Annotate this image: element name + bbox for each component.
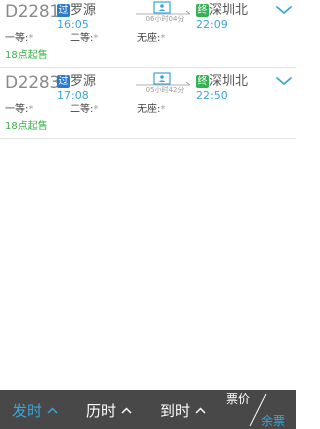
- trip-duration: 06小时04分: [145, 15, 185, 23]
- seat-label: 一等:: [5, 104, 29, 115]
- arrival-time: 22:09: [196, 18, 228, 31]
- sort-by-departure-button[interactable]: 发时: [12, 402, 58, 420]
- train-number: D2281: [5, 2, 60, 22]
- trip-duration: 05小时42分: [145, 86, 185, 94]
- terminal-badge: 终: [196, 75, 209, 88]
- seat-value: *: [28, 33, 34, 44]
- seat-first-class: 一等:*: [5, 104, 33, 116]
- seat-value: *: [93, 33, 99, 44]
- seat-value: *: [93, 104, 99, 115]
- train-row[interactable]: D2281 过 罗源 16:05 06小时04分 终 深圳北 22:09 一等:…: [0, 0, 296, 66]
- train-number: D2283: [5, 73, 60, 93]
- seat-value: *: [160, 104, 166, 115]
- arrival-station: 深圳北: [209, 74, 249, 89]
- chevron-down-icon[interactable]: [275, 4, 293, 16]
- seat-label: 无座:: [137, 104, 161, 115]
- departure-time: 17:08: [57, 89, 89, 102]
- arrival-station: 深圳北: [209, 3, 249, 18]
- departure-time: 16:05: [57, 18, 89, 31]
- departure-station: 罗源: [70, 74, 97, 89]
- sort-label: 发时: [12, 402, 43, 420]
- seat-standing: 无座:*: [137, 33, 165, 45]
- row-divider: [0, 138, 296, 139]
- caret-up-icon: [195, 406, 206, 414]
- train-row[interactable]: D2283 过 罗源 17:08 05小时42分 终 深圳北 22:50 一等:…: [0, 71, 296, 137]
- seat-value: *: [160, 33, 166, 44]
- sale-time-note: 18点起售: [5, 50, 48, 61]
- pass-through-badge: 过: [57, 4, 70, 17]
- sort-label: 到时: [160, 402, 191, 420]
- seat-standing: 无座:*: [137, 104, 165, 116]
- seat-first-class: 一等:*: [5, 33, 33, 45]
- sort-toolbar: 发时 历时 到时 票价 余票: [0, 390, 296, 429]
- seat-label: 二等:: [70, 33, 94, 44]
- departure-station: 罗源: [70, 3, 97, 18]
- caret-up-icon: [121, 406, 132, 414]
- chevron-down-icon[interactable]: [275, 75, 293, 87]
- seat-second-class: 二等:*: [70, 33, 98, 45]
- sale-time-note: 18点起售: [5, 121, 48, 132]
- seat-label: 二等:: [70, 104, 94, 115]
- seat-label: 一等:: [5, 33, 29, 44]
- sort-label: 历时: [86, 402, 117, 420]
- seat-second-class: 二等:*: [70, 104, 98, 116]
- seat-label: 无座:: [137, 33, 161, 44]
- toggle-price-label[interactable]: 票价: [226, 392, 250, 406]
- train-list-screen: D2281 过 罗源 16:05 06小时04分 终 深圳北 22:09 一等:…: [0, 0, 296, 429]
- arrival-time: 22:50: [196, 89, 228, 102]
- toggle-remaining-label[interactable]: 余票: [261, 414, 285, 428]
- pass-through-badge: 过: [57, 75, 70, 88]
- terminal-badge: 终: [196, 4, 209, 17]
- seat-value: *: [28, 104, 34, 115]
- sort-by-arrival-button[interactable]: 到时: [160, 402, 206, 420]
- row-divider: [0, 67, 296, 68]
- caret-up-icon: [47, 406, 58, 414]
- sort-by-duration-button[interactable]: 历时: [86, 402, 132, 420]
